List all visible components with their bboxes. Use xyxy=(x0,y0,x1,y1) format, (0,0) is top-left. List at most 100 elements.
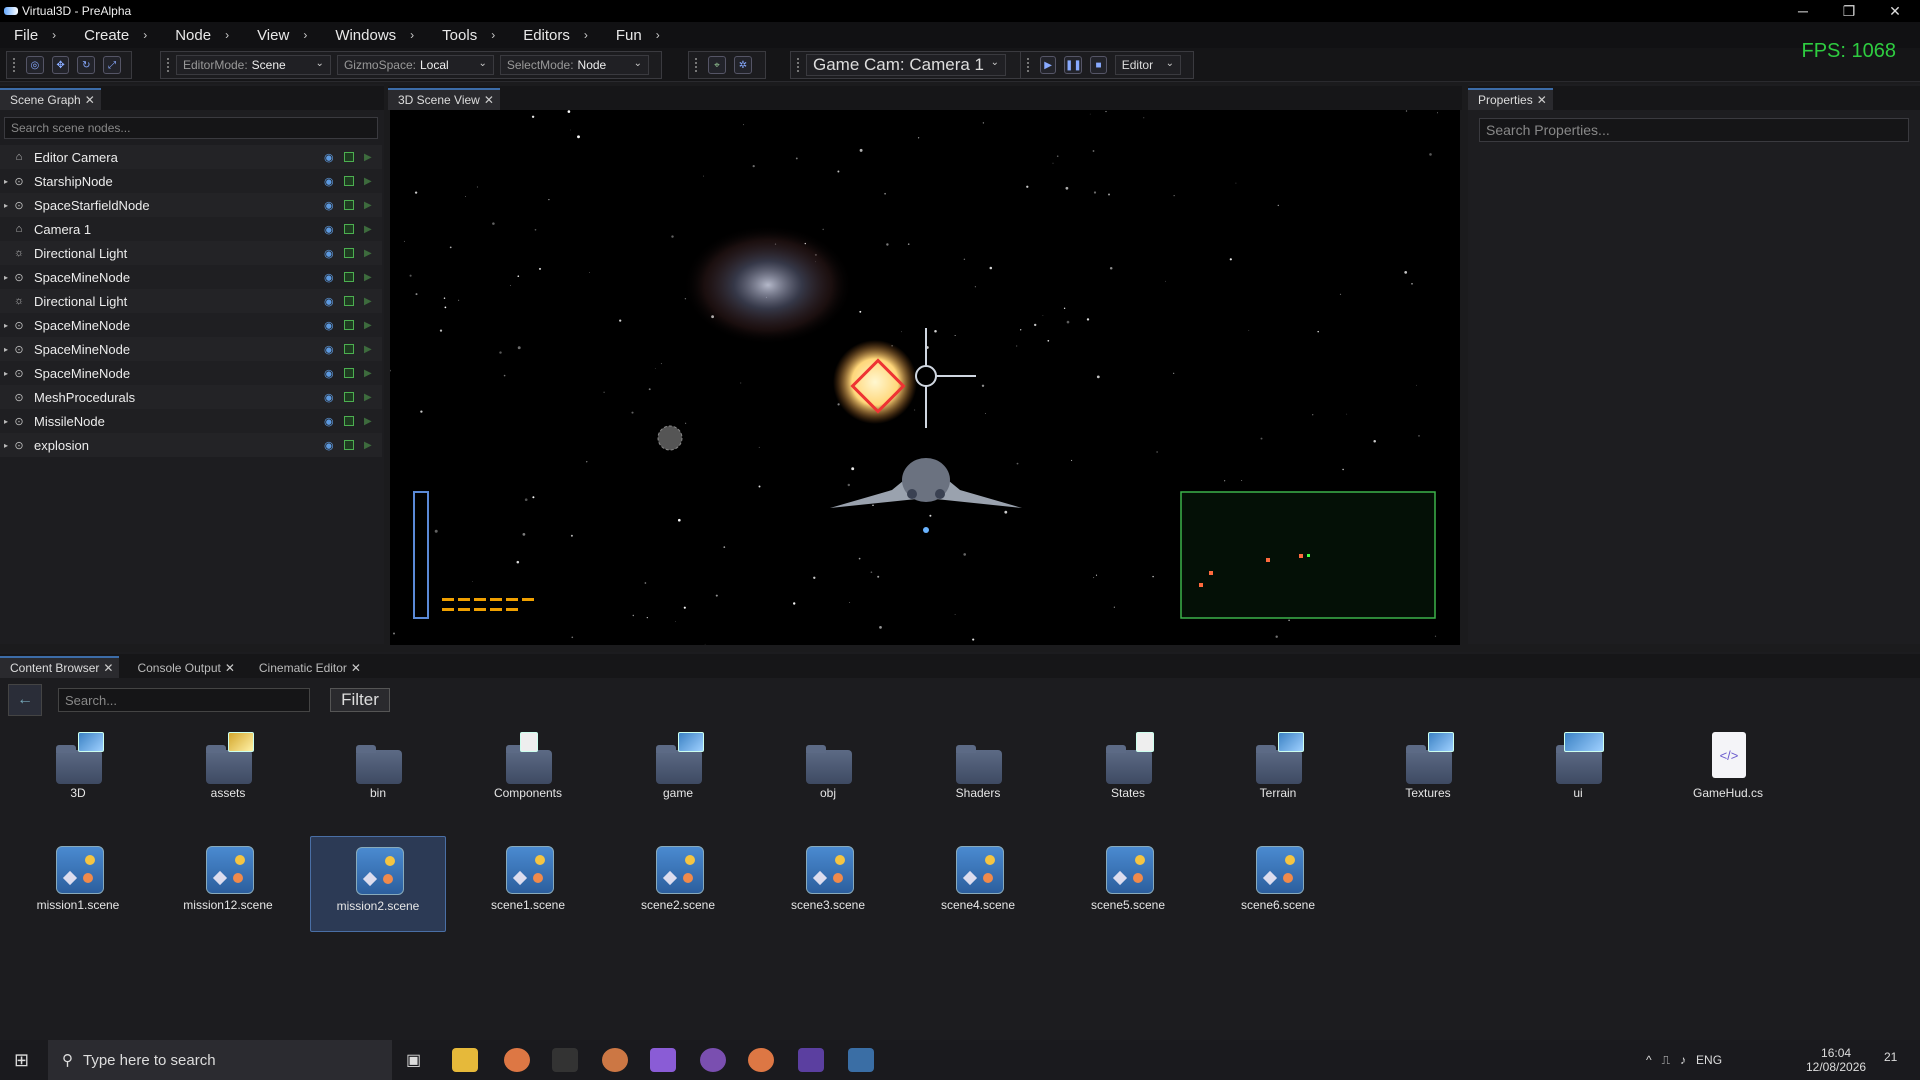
enabled-checkbox[interactable] xyxy=(344,368,354,378)
gizmo-space-dropdown[interactable]: GizmoSpace: Local ⌄ xyxy=(336,55,494,75)
expand-arrow-icon[interactable]: ▸ xyxy=(0,417,12,426)
tab-properties[interactable]: Properties ✕ xyxy=(1468,88,1553,110)
file-explorer-icon[interactable] xyxy=(452,1048,478,1072)
enabled-checkbox[interactable] xyxy=(344,344,354,354)
asset-scene-scene2[interactable]: scene2.scene xyxy=(610,836,746,932)
asset-folder-game[interactable]: game xyxy=(610,724,746,820)
expand-arrow-icon[interactable]: ▸ xyxy=(0,345,12,354)
asset-scene-scene3[interactable]: scene3.scene xyxy=(760,836,896,932)
grid-icon[interactable]: ✲ xyxy=(734,56,752,74)
select-mode-dropdown[interactable]: SelectMode: Node ⌄ xyxy=(499,55,649,75)
taskbar-search-input[interactable]: ⚲ Type here to search xyxy=(48,1040,392,1080)
visibility-eye-icon[interactable]: ◉ xyxy=(324,247,334,260)
scene-node-row[interactable]: ▸ ⊙ SpaceMineNode ◉ ▶ xyxy=(0,265,382,289)
virtual3d-icon[interactable] xyxy=(848,1048,874,1072)
grip-handle[interactable] xyxy=(695,58,698,72)
visibility-eye-icon[interactable]: ◉ xyxy=(324,391,334,404)
asset-scene-scene5[interactable]: scene5.scene xyxy=(1060,836,1196,932)
visibility-eye-icon[interactable]: ◉ xyxy=(324,319,334,332)
content-search-input[interactable]: Search... xyxy=(58,688,310,712)
scene-node-row[interactable]: ▸ ⊙ SpaceStarfieldNode ◉ ▶ xyxy=(0,193,382,217)
game-cam-dropdown[interactable]: Game Cam: Camera 1 ⌄ xyxy=(806,54,1006,76)
scene-viewport[interactable] xyxy=(390,110,1460,645)
editor-mode-dropdown[interactable]: EditorMode: Scene ⌄ xyxy=(175,55,331,75)
close-button[interactable]: ✕ xyxy=(1872,0,1918,22)
app-icon[interactable] xyxy=(798,1048,824,1072)
scene-node-row[interactable]: ▸ ⊙ StarshipNode ◉ ▶ xyxy=(0,169,382,193)
menu-fun[interactable]: Fun › xyxy=(616,27,660,44)
visibility-eye-icon[interactable]: ◉ xyxy=(324,271,334,284)
enabled-checkbox[interactable] xyxy=(344,440,354,450)
play-icon[interactable]: ▶ xyxy=(1039,56,1057,74)
chrome-icon[interactable] xyxy=(504,1048,530,1072)
asset-scene-scene1[interactable]: scene1.scene xyxy=(460,836,596,932)
scene-node-row[interactable]: ▸ ⊙ MissileNode ◉ ▶ xyxy=(0,409,382,433)
grip-handle[interactable] xyxy=(1027,58,1030,72)
play-node-icon[interactable]: ▶ xyxy=(364,224,372,235)
asset-file-gamehud[interactable]: </> GameHud.cs xyxy=(1660,724,1796,820)
github-icon[interactable] xyxy=(700,1048,726,1072)
visibility-eye-icon[interactable]: ◉ xyxy=(324,295,334,308)
grip-handle[interactable] xyxy=(797,58,800,72)
windows-start-icon[interactable]: ⊞ xyxy=(14,1050,29,1071)
scene-node-row[interactable]: ⊙ MeshProcedurals ◉ ▶ xyxy=(0,385,382,409)
notification-icon[interactable]: 21 xyxy=(1884,1050,1897,1064)
tab-content-browser[interactable]: Content Browser ✕ xyxy=(0,656,120,678)
menu-file[interactable]: File › xyxy=(14,27,56,44)
enabled-checkbox[interactable] xyxy=(344,248,354,258)
select-tool-icon[interactable]: ◎ xyxy=(25,56,44,74)
play-node-icon[interactable]: ▶ xyxy=(364,296,372,307)
close-icon[interactable]: ✕ xyxy=(1537,93,1547,107)
enabled-checkbox[interactable] xyxy=(344,152,354,162)
menu-tools[interactable]: Tools › xyxy=(442,27,495,44)
scale-tool-icon[interactable]: ⤢ xyxy=(103,56,121,74)
expand-arrow-icon[interactable]: ▸ xyxy=(0,441,12,450)
filter-button[interactable]: Filter xyxy=(330,688,390,712)
grip-handle[interactable] xyxy=(13,58,16,72)
asset-folder-3d[interactable]: 3D xyxy=(10,724,146,820)
scene-node-row[interactable]: ▸ ⊙ SpaceMineNode ◉ ▶ xyxy=(0,337,382,361)
asset-scene-mission2[interactable]: mission2.scene xyxy=(310,836,446,932)
enabled-checkbox[interactable] xyxy=(344,176,354,186)
tab-3d-scene-view[interactable]: 3D Scene View ✕ xyxy=(388,88,500,110)
asset-folder-obj[interactable]: obj xyxy=(760,724,896,820)
scene-node-row[interactable]: ▸ ⊙ SpaceMineNode ◉ ▶ xyxy=(0,313,382,337)
asset-scene-mission12[interactable]: mission12.scene xyxy=(160,836,296,932)
asset-scene-scene6[interactable]: scene6.scene xyxy=(1210,836,1346,932)
asset-folder-components[interactable]: Components xyxy=(460,724,596,820)
chrome-icon[interactable] xyxy=(748,1048,774,1072)
scene-search-input[interactable]: Search scene nodes... xyxy=(4,117,378,139)
close-icon[interactable]: ✕ xyxy=(484,93,494,107)
grip-handle[interactable] xyxy=(167,58,170,72)
visibility-eye-icon[interactable]: ◉ xyxy=(324,199,334,212)
snap-icon[interactable]: ⌖ xyxy=(708,56,726,74)
play-node-icon[interactable]: ▶ xyxy=(364,152,372,163)
stop-icon[interactable]: ■ xyxy=(1090,56,1107,74)
enabled-checkbox[interactable] xyxy=(344,272,354,282)
pause-icon[interactable]: ❚❚ xyxy=(1064,56,1083,74)
close-icon[interactable]: ✕ xyxy=(225,661,235,675)
asset-folder-ui[interactable]: ui xyxy=(1510,724,1646,820)
scene-node-row[interactable]: ▸ ⊙ SpaceMineNode ◉ ▶ xyxy=(0,361,382,385)
clock[interactable]: 16:04 12/08/2026 xyxy=(1806,1040,1866,1080)
visibility-eye-icon[interactable]: ◉ xyxy=(324,343,334,356)
enabled-checkbox[interactable] xyxy=(344,392,354,402)
play-node-icon[interactable]: ▶ xyxy=(364,272,372,283)
expand-arrow-icon[interactable]: ▸ xyxy=(0,177,12,186)
enabled-checkbox[interactable] xyxy=(344,296,354,306)
play-node-icon[interactable]: ▶ xyxy=(364,368,372,379)
close-icon[interactable]: ✕ xyxy=(103,661,113,675)
viewport-render[interactable] xyxy=(390,110,1460,645)
visibility-eye-icon[interactable]: ◉ xyxy=(324,151,334,164)
tab-console-output[interactable]: Console Output ✕ xyxy=(127,656,240,678)
asset-folder-terrain[interactable]: Terrain xyxy=(1210,724,1346,820)
task-view-icon[interactable]: ▣ xyxy=(406,1050,421,1070)
expand-arrow-icon[interactable]: ▸ xyxy=(0,273,12,282)
menu-windows[interactable]: Windows › xyxy=(335,27,414,44)
play-node-icon[interactable]: ▶ xyxy=(364,176,372,187)
scene-node-row[interactable]: ☼ Directional Light ◉ ▶ xyxy=(0,241,382,265)
scene-node-row[interactable]: ▸ ⊙ explosion ◉ ▶ xyxy=(0,433,382,457)
asset-folder-textures[interactable]: Textures xyxy=(1360,724,1496,820)
play-node-icon[interactable]: ▶ xyxy=(364,416,372,427)
scene-node-row[interactable]: ⌂ Editor Camera ◉ ▶ xyxy=(0,145,382,169)
